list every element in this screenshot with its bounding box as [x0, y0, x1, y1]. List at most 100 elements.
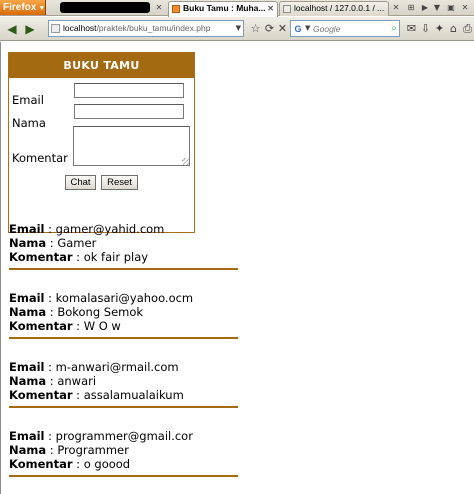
page-favicon-icon [172, 5, 180, 13]
nama-label: Nama [12, 116, 46, 130]
search-input[interactable] [313, 22, 385, 35]
entry-email-line: Email : m-anwari@rmail.com [9, 360, 239, 374]
entry-email-line: Email : komalasari@yahoo.ocm [9, 291, 239, 305]
email-field[interactable] [74, 83, 184, 98]
entry-divider [9, 337, 238, 339]
address-bar[interactable]: localhost/praktek/buku_tamu/index.php ▼ [48, 20, 244, 37]
entry-nama-line: Nama : Gamer [9, 236, 239, 250]
separator: : [44, 222, 56, 236]
entry-nama-line: Nama : Bokong Semok [9, 305, 239, 319]
entry-email: komalasari@yahoo.ocm [55, 291, 194, 305]
guestbook-entry: Email : gamer@yahid.com Nama : Gamer Kom… [9, 222, 239, 270]
entry-nama-label: Nama [9, 374, 47, 388]
firefox-menu-button[interactable]: Firefox ▼ [0, 0, 46, 15]
separator: : [46, 236, 58, 250]
address-url: localhost/praktek/buku_tamu/index.php [63, 23, 211, 33]
entry-email: programmer@gmail.cor [55, 429, 193, 443]
entry-email-label: Email [9, 429, 45, 443]
entry-nama-line: Nama : Programmer [9, 443, 239, 457]
email-label: Email [12, 93, 44, 107]
tab-title: Buku Tamu : Muha... [183, 3, 266, 13]
entry-nama: Gamer [57, 236, 97, 250]
tab-groups-icon[interactable]: ▣ [446, 2, 456, 14]
reset-button[interactable]: Reset [101, 175, 138, 190]
entry-divider [9, 268, 238, 270]
entry-komentar: o goood [83, 457, 131, 471]
separator: : [44, 291, 56, 305]
tab-title: localhost / 127.0.0.1 / ... [294, 3, 385, 13]
entry-komentar: ok fair play [83, 250, 149, 264]
home-icon[interactable]: ⌂ [446, 21, 461, 36]
redacted-tab[interactable] [60, 2, 150, 13]
site-identity-icon [51, 24, 60, 33]
firefox-menu-label: Firefox [3, 2, 37, 13]
guestbook-form: BUKU TAMU Email Nama Komentar Chat Reset [8, 52, 195, 233]
entry-nama: Bokong Semok [57, 305, 144, 319]
chevron-down-icon[interactable]: ▼ [305, 21, 310, 36]
tab-bar: Firefox ▼ ✕ Buku Tamu : Muha... ✕ localho… [0, 0, 474, 17]
entry-komentar-label: Komentar [9, 319, 73, 333]
list-tabs-icon[interactable]: ▼ [432, 2, 442, 14]
entry-komentar-label: Komentar [9, 388, 73, 402]
separator: : [72, 250, 84, 264]
nama-field[interactable] [74, 104, 184, 119]
back-arrow-icon[interactable]: ◀ [4, 21, 20, 37]
entry-divider [9, 406, 238, 408]
tab-buku-tamu[interactable]: Buku Tamu : Muha... ✕ [168, 1, 278, 17]
separator: : [46, 305, 58, 319]
search-icon[interactable]: ⌕ [391, 21, 397, 36]
entry-komentar-line: Komentar : assalamualaikum [9, 388, 239, 402]
bookmark-star-icon[interactable]: ☆ [248, 21, 263, 36]
entry-komentar-label: Komentar [9, 457, 73, 471]
scroll-tabs-icon[interactable]: ▶ [420, 2, 430, 14]
entry-email: m-anwari@rmail.com [55, 360, 179, 374]
separator: : [46, 374, 58, 388]
puzzle-icon[interactable]: ✦ [432, 21, 447, 36]
resize-grip-icon[interactable] [182, 158, 189, 165]
entry-email-label: Email [9, 291, 45, 305]
close-tab-icon[interactable]: ✕ [391, 2, 401, 14]
navigation-bar: ◀ ▶ localhost/praktek/buku_tamu/index.ph… [0, 17, 474, 41]
stop-icon[interactable]: ✕ [275, 21, 290, 36]
chat-button[interactable]: Chat [65, 175, 96, 190]
komentar-textarea[interactable] [73, 126, 190, 166]
forward-arrow-icon[interactable]: ▶ [22, 21, 38, 37]
chevron-down-icon: ▼ [38, 5, 46, 12]
page-favicon-icon [283, 5, 291, 13]
entry-nama-label: Nama [9, 305, 47, 319]
search-bar[interactable]: G ▼ ⌕ [290, 20, 400, 37]
close-tab-icon[interactable]: ✕ [154, 2, 164, 14]
guestbook-entry: Email : komalasari@yahoo.ocm Nama : Boko… [9, 291, 239, 339]
entry-komentar-label: Komentar [9, 250, 73, 264]
separator: : [72, 388, 84, 402]
entry-email-label: Email [9, 222, 45, 236]
entry-komentar-line: Komentar : W O w [9, 319, 239, 333]
tab-phpmyadmin[interactable]: localhost / 127.0.0.1 / ... [279, 1, 389, 16]
mail-icon[interactable]: ✉ [404, 21, 419, 36]
guestbook-entry: Email : m-anwari@rmail.com Nama : anwari… [9, 360, 239, 408]
entry-nama: anwari [57, 374, 97, 388]
entry-email-line: Email : gamer@yahid.com [9, 222, 239, 236]
entry-divider [9, 475, 238, 477]
entry-komentar-line: Komentar : ok fair play [9, 250, 239, 264]
entry-nama-label: Nama [9, 443, 47, 457]
close-window-icon[interactable]: ✕ [460, 2, 470, 14]
entry-nama-line: Nama : anwari [9, 374, 239, 388]
entry-komentar: W O w [83, 319, 121, 333]
new-tab-icon[interactable]: ⊞ [404, 2, 418, 14]
downloads-icon[interactable]: ⇩ [418, 21, 433, 36]
guestbook-entry: Email : programmer@gmail.cor Nama : Prog… [9, 429, 239, 477]
entry-komentar: assalamualaikum [83, 388, 184, 402]
entry-email-label: Email [9, 360, 45, 374]
google-engine-icon[interactable]: G [292, 23, 304, 35]
form-title: BUKU TAMU [9, 53, 194, 78]
print-icon[interactable]: ⎙ [460, 21, 474, 36]
chevron-down-icon[interactable]: ▼ [236, 21, 241, 36]
close-tab-icon[interactable]: ✕ [267, 2, 274, 15]
separator: : [72, 457, 84, 471]
separator: : [46, 443, 58, 457]
separator: : [44, 360, 56, 374]
entry-nama-label: Nama [9, 236, 47, 250]
page-content: BUKU TAMU Email Nama Komentar Chat Reset… [0, 42, 474, 494]
entry-email-line: Email : programmer@gmail.cor [9, 429, 239, 443]
